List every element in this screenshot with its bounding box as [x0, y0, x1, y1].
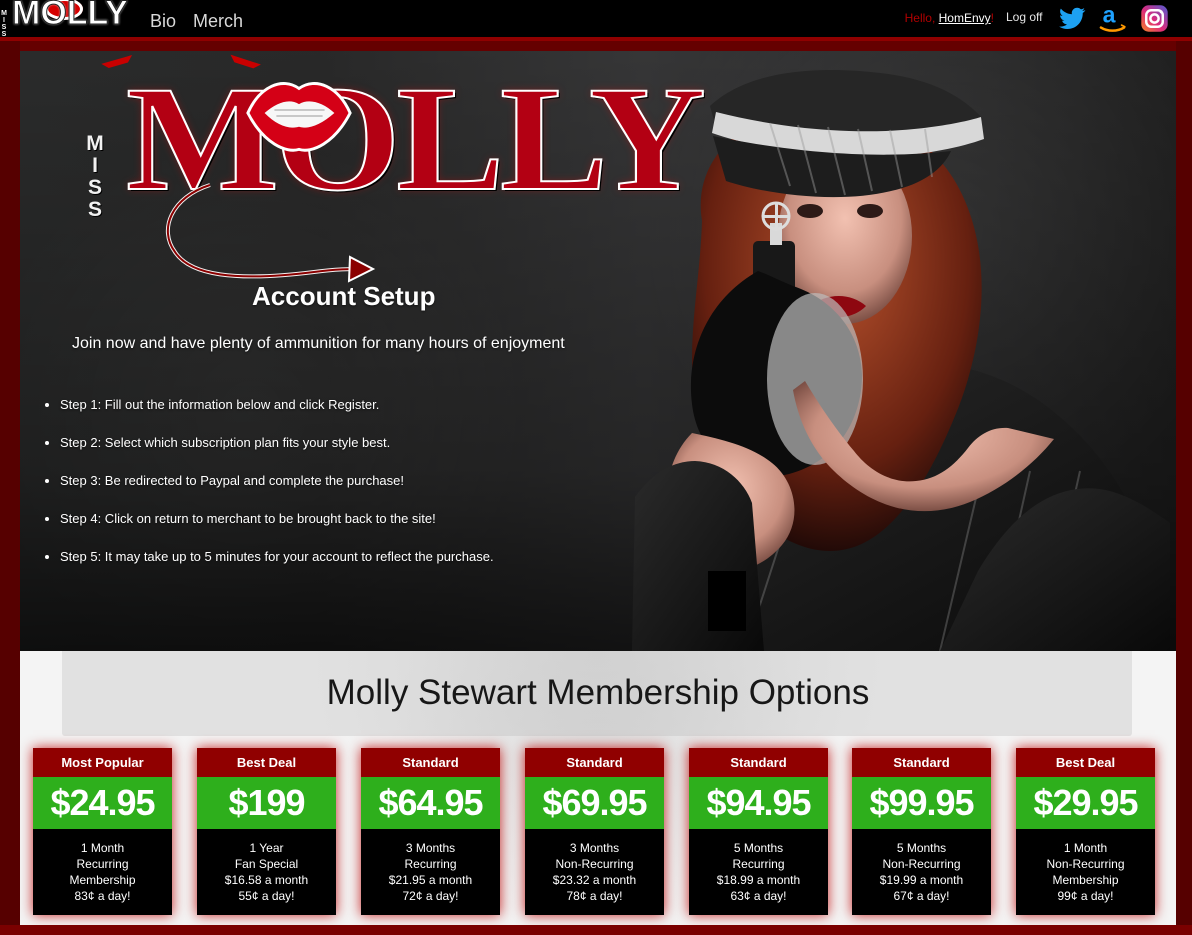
plan-price: $94.95: [689, 777, 828, 829]
membership-options-section: Molly Stewart Membership Options Most Po…: [20, 651, 1176, 925]
plan-line: 1 Month: [80, 841, 125, 855]
plan-label: Best Deal: [1016, 748, 1155, 777]
amazon-icon[interactable]: a: [1096, 2, 1129, 35]
plan-line: 83¢ a day!: [74, 889, 131, 903]
plan-description: 3 Months Recurring $21.95 a month 72¢ a …: [361, 829, 500, 904]
setup-step-2: Step 2: Select which subscription plan f…: [60, 434, 650, 472]
plan-line: Recurring: [404, 857, 457, 871]
plan-card-standard-5-months-nonrecurring[interactable]: Standard $99.95 5 Months Non-Recurring $…: [852, 748, 991, 915]
plan-line: Non-Recurring: [555, 857, 634, 871]
right-frame: [1176, 41, 1192, 935]
twitter-icon[interactable]: [1057, 2, 1090, 35]
plan-card-best-deal-1-year[interactable]: Best Deal $199 1 Year Fan Special $16.58…: [197, 748, 336, 915]
plan-label: Most Popular: [33, 748, 172, 777]
setup-steps-list: Step 1: Fill out the information below a…: [42, 396, 650, 586]
nav-link-merch[interactable]: Merch: [193, 11, 243, 32]
setup-step-3: Step 3: Be redirected to Paypal and comp…: [60, 472, 650, 510]
plan-label: Best Deal: [197, 748, 336, 777]
plan-price: $24.95: [33, 777, 172, 829]
plan-line: 55¢ a day!: [238, 889, 295, 903]
plan-description: 5 Months Recurring $18.99 a month 63¢ a …: [689, 829, 828, 904]
plan-card-best-deal-1-month-nonrecurring[interactable]: Best Deal $29.95 1 Month Non-Recurring M…: [1016, 748, 1155, 915]
miss-molly-logo: M I S S MOLLY: [78, 54, 707, 291]
plan-price: $29.95: [1016, 777, 1155, 829]
plan-description: 5 Months Non-Recurring $19.99 a month 67…: [852, 829, 991, 904]
svg-text:a: a: [1103, 2, 1116, 28]
membership-options-title: Molly Stewart Membership Options: [326, 673, 870, 712]
logo-tail-icon: [165, 183, 376, 283]
account-setup-title: Account Setup: [252, 281, 436, 311]
footer-strip: [0, 925, 1192, 935]
plan-price: $69.95: [525, 777, 664, 829]
plan-description: 3 Months Non-Recurring $23.32 a month 78…: [525, 829, 664, 904]
plan-description: 1 Year Fan Special $16.58 a month 55¢ a …: [197, 829, 336, 904]
plan-label: Standard: [361, 748, 500, 777]
user-greeting: Hello, HomEnvy!: [905, 11, 994, 25]
logoff-link[interactable]: Log off: [1006, 10, 1042, 24]
logo-side-text: M I S S: [86, 132, 104, 221]
top-navigation-bar: M I S S MOLLY Bio Merch Hello, HomEnvy! …: [0, 0, 1192, 41]
plan-line: 1 Year: [249, 841, 284, 855]
plan-label: Standard: [525, 748, 664, 777]
plan-line: Fan Special: [234, 857, 299, 871]
user-profile-link[interactable]: HomEnvy: [939, 11, 991, 25]
plan-line: Recurring: [732, 857, 785, 871]
plan-line: Membership: [1052, 873, 1119, 887]
plan-line: 5 Months: [896, 841, 947, 855]
plan-line: $19.99 a month: [879, 873, 964, 887]
plan-line: $18.99 a month: [716, 873, 801, 887]
plan-label: Standard: [852, 748, 991, 777]
plan-price: $199: [197, 777, 336, 829]
plan-line: Non-Recurring: [882, 857, 961, 871]
nav-link-bio[interactable]: Bio: [150, 11, 176, 32]
greeting-prefix: Hello,: [904, 11, 939, 25]
left-frame: [0, 41, 20, 935]
setup-step-1: Step 1: Fill out the information below a…: [60, 396, 650, 434]
plan-card-standard-5-months-recurring[interactable]: Standard $94.95 5 Months Recurring $18.9…: [689, 748, 828, 915]
censor-block: [708, 571, 746, 631]
account-setup-subtitle: Join now and have plenty of ammunition f…: [72, 335, 565, 352]
plan-line: 5 Months: [733, 841, 784, 855]
plan-price: $99.95: [852, 777, 991, 829]
site-logo-side-text: M I S S: [1, 10, 7, 38]
plan-line: $16.58 a month: [224, 873, 309, 887]
plan-line: $21.95 a month: [388, 873, 473, 887]
plan-card-standard-3-months-nonrecurring[interactable]: Standard $69.95 3 Months Non-Recurring $…: [525, 748, 664, 915]
setup-step-4: Step 4: Click on return to merchant to b…: [60, 510, 650, 548]
membership-plan-cards: Most Popular $24.95 1 Month Recurring Me…: [32, 748, 1164, 915]
plan-description: 1 Month Non-Recurring Membership 99¢ a d…: [1016, 829, 1155, 904]
plan-line: 63¢ a day!: [730, 889, 787, 903]
instagram-icon[interactable]: [1138, 2, 1171, 35]
plan-line: 1 Month: [1063, 841, 1108, 855]
plan-card-most-popular-1-month[interactable]: Most Popular $24.95 1 Month Recurring Me…: [33, 748, 172, 915]
membership-page: M I S S MOLLY Bio Merch Hello, HomEnvy! …: [0, 0, 1192, 935]
plan-label: Standard: [689, 748, 828, 777]
greeting-suffix: !: [990, 11, 994, 25]
plan-line: Recurring: [76, 857, 129, 871]
plan-line: 78¢ a day!: [566, 889, 623, 903]
account-setup-hero: M I S S MOLLY Account Setup Join now and…: [20, 51, 1176, 651]
setup-step-5: Step 5: It may take up to 5 minutes for …: [60, 548, 650, 586]
plan-card-standard-3-months-recurring[interactable]: Standard $64.95 3 Months Recurring $21.9…: [361, 748, 500, 915]
plan-line: Membership: [69, 873, 136, 887]
plan-line: 3 Months: [405, 841, 456, 855]
plan-line: 3 Months: [569, 841, 620, 855]
lips-icon: [246, 82, 352, 152]
plan-line: 72¢ a day!: [402, 889, 459, 903]
plan-description: 1 Month Recurring Membership 83¢ a day!: [33, 829, 172, 904]
plan-price: $64.95: [361, 777, 500, 829]
plan-line: Non-Recurring: [1046, 857, 1125, 871]
site-logo[interactable]: M I S S MOLLY: [0, 0, 136, 40]
site-logo-wordmark: MOLLY: [12, 0, 129, 33]
plan-line: $23.32 a month: [552, 873, 637, 887]
plan-line: 99¢ a day!: [1057, 889, 1114, 903]
plan-line: 67¢ a day!: [893, 889, 950, 903]
